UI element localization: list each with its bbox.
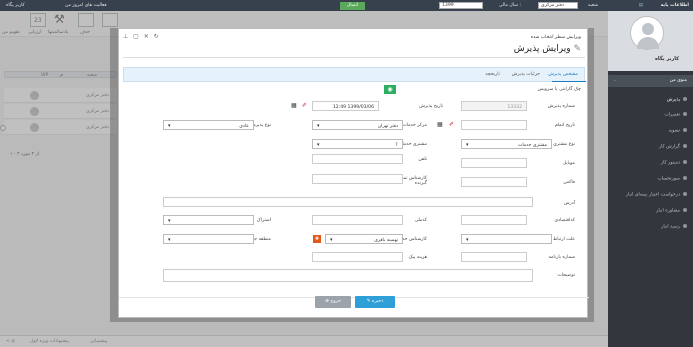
customer-type-label: نوع مشتری	[553, 142, 575, 147]
address-label: آدرس	[563, 201, 575, 206]
sidebar-item-warehouse-credit[interactable]: درخواست اعتبار بیمه‌ای انبار	[626, 192, 687, 198]
subscription-select[interactable]: ▾	[163, 215, 254, 225]
edit-icon: ✎	[573, 44, 581, 54]
eye-icon[interactable]: ◉	[384, 85, 396, 94]
tab-bar: مشخص پذیرش جزئیات پذیرش تاریخچه	[123, 67, 586, 82]
dialog-heading: ویرایش پذیرش ✎	[513, 44, 581, 54]
service-expert-select[interactable]: تهمینه باقری ▾	[325, 234, 403, 244]
fiscal-label: سال مالی :	[498, 2, 521, 8]
complete-date-label: تاریخ اتمام	[554, 123, 575, 128]
top-bar: اطلاعات پایه ▤ شعبه دفتر مرکزی سال مالی …	[0, 0, 693, 11]
sidebar-item-repairs[interactable]: تعمیرات	[664, 112, 687, 118]
fax-field[interactable]	[461, 177, 527, 187]
service-customer-select[interactable]: ؟ ▾	[312, 139, 403, 149]
sidebar-item-settlement[interactable]: تسویه	[669, 128, 687, 134]
app-title: اطلاعات پایه	[660, 2, 689, 8]
service-center-select[interactable]: دفتر تهران ▾	[312, 120, 403, 130]
menu-title[interactable]: منوی من ⌄	[608, 75, 693, 87]
sidebar-item-reception[interactable]: پذیرش	[667, 97, 687, 103]
reception-no-field[interactable]: 13332	[461, 101, 527, 111]
address-field[interactable]	[163, 197, 533, 207]
checklist-label: چک گارانتی یا سرویس	[537, 87, 581, 92]
sidebar-item-work-order[interactable]: دستور کار	[661, 160, 687, 166]
delivery-cost-field[interactable]	[312, 252, 403, 262]
complete-date-field[interactable]	[461, 120, 527, 130]
invoice-no-field[interactable]	[461, 252, 527, 262]
delivery-cost-label: هزینه پیک	[408, 255, 427, 260]
eraser-icon[interactable]: ✐	[449, 122, 454, 128]
notes-label: توضیحات	[557, 273, 575, 278]
reception-no-label: شماره پذیرش	[547, 104, 575, 109]
reception-date-label: تاریخ پذیرش	[419, 104, 443, 109]
contact-reason-select[interactable]: ▾	[461, 234, 552, 244]
mobile-label: موبایل	[562, 161, 575, 166]
geo-region-select[interactable]: ▾	[163, 234, 254, 244]
postal-code-label: کدملی	[414, 218, 427, 223]
sidebar-item-warehouse-consult[interactable]: مشاوره انبار	[656, 208, 687, 214]
profile-panel: کاربر پگاه	[608, 11, 693, 71]
mobile-field[interactable]	[461, 158, 527, 168]
customer-type-select[interactable]: مشتری خدمات ▾	[461, 139, 552, 149]
avatar	[630, 16, 664, 50]
chevron-down-icon: ⌄	[613, 78, 617, 83]
calendar-icon[interactable]: ▦	[291, 103, 297, 109]
tab-reception-items[interactable]: جزئیات پذیرش	[512, 72, 540, 77]
service-center-label: مرکز خدمات	[402, 123, 427, 128]
alt-expert-field[interactable]	[312, 174, 403, 184]
fax-label: فاکس	[563, 180, 575, 185]
dialog-title: ویرایش سطر انتخاب شده	[530, 35, 581, 40]
invoice-no-label: شماره بارنامه	[548, 255, 576, 260]
notes-field[interactable]	[163, 269, 533, 282]
phone-label: تلفن	[418, 157, 427, 162]
reception-date-field[interactable]: 12:49 1399/03/06	[312, 101, 379, 111]
tab-reception-details[interactable]: مشخص پذیرش	[548, 72, 578, 77]
reception-type-select[interactable]: عادی ▾	[163, 120, 254, 130]
window-controls[interactable]: ⊥ ▢ ✕ ↻	[123, 33, 160, 40]
sidebar: کاربر پگاه منوی من ⌄ پذیرش تعمیرات تسویه …	[608, 11, 693, 347]
calendar-icon[interactable]: ▦	[437, 122, 443, 128]
sidebar-item-warehouse-receipt[interactable]: رسید انبار	[661, 224, 687, 230]
add-icon[interactable]: ✚	[313, 235, 321, 243]
sidebar-item-invoice[interactable]: صورتحساب	[657, 176, 687, 182]
exit-button[interactable]: ⊗ خروج	[315, 296, 351, 308]
user-menu[interactable]: کاربر پگاه	[6, 3, 25, 8]
eraser-icon[interactable]: ✐	[302, 103, 307, 109]
phone-field[interactable]	[312, 154, 403, 164]
subscription-label: اشتراک	[256, 218, 271, 223]
fiscal-year-select[interactable]: 1399	[439, 2, 483, 9]
postal-code-field[interactable]	[312, 215, 403, 225]
contact-reason-label: علت ارتباط	[552, 237, 575, 242]
connect-button[interactable]: اتصال	[340, 1, 365, 10]
today-activity-link[interactable]: فعالیت های امروز من	[65, 3, 107, 8]
economic-code-field[interactable]	[461, 215, 527, 225]
sidebar-item-work-report[interactable]: گزارش کار	[659, 144, 687, 150]
info-icon: ▤	[638, 2, 643, 8]
branch-label: شعبه	[588, 2, 598, 8]
username: کاربر پگاه	[654, 56, 679, 62]
branch-select[interactable]: دفتر مرکزی	[538, 2, 578, 9]
economic-code-label: کداقتصادی	[554, 218, 575, 223]
save-button[interactable]: ✎ ذخیره	[355, 296, 395, 308]
edit-reception-dialog: ویرایش سطر انتخاب شده ⊥ ▢ ✕ ↻ ویرایش پذی…	[118, 28, 589, 318]
tab-history[interactable]: تاریخچه	[485, 72, 500, 77]
